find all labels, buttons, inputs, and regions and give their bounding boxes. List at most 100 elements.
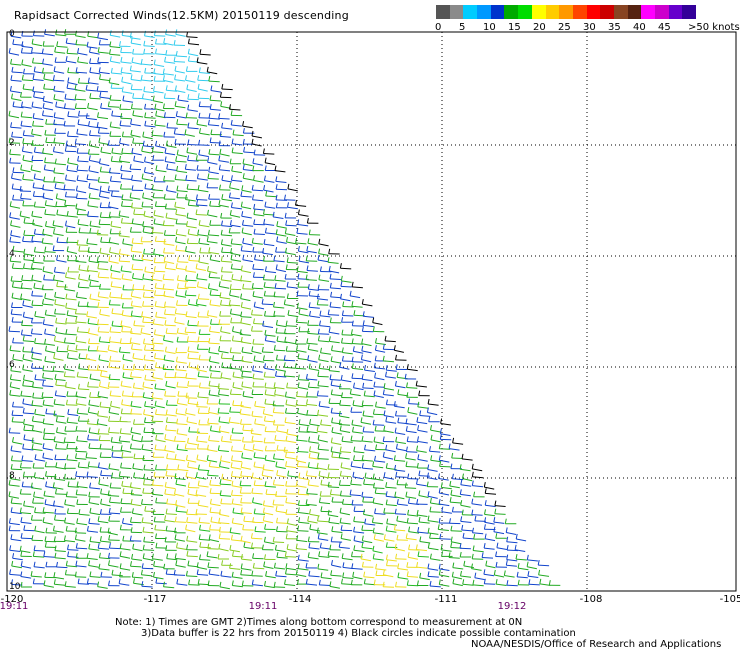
wind-barb-flag	[22, 407, 25, 414]
wind-barb	[219, 296, 231, 300]
wind-barb	[329, 278, 341, 280]
wind-barb-flag	[119, 571, 122, 577]
wind-barb-flag	[109, 228, 112, 234]
wind-barb-flag	[495, 551, 498, 557]
wind-barb-flag	[141, 146, 144, 152]
wind-barb-flag	[43, 164, 46, 170]
wind-barb	[98, 433, 110, 435]
wind-barb	[374, 513, 386, 515]
wind-barb-flag	[253, 175, 255, 181]
wind-barb-flag	[382, 389, 385, 395]
wind-barb-flag	[77, 462, 80, 468]
wind-barb	[122, 278, 133, 281]
wind-barb-flag	[195, 508, 198, 515]
wind-barb-flag	[65, 38, 68, 44]
wind-barb-flag	[185, 66, 188, 72]
wind-barb-flag	[174, 489, 176, 495]
wind-barb-flag	[44, 499, 47, 505]
wind-barb	[78, 368, 90, 371]
wind-barb-flag	[11, 131, 14, 137]
wind-barb-flag	[331, 452, 334, 458]
wind-barb-flag	[11, 292, 14, 298]
wind-barb-flag	[53, 335, 56, 341]
wind-barb-flag	[165, 545, 168, 551]
wind-barb-flag	[175, 111, 178, 117]
wind-barb-flag	[110, 156, 113, 162]
wind-barb	[97, 116, 109, 120]
wind-barb-flag	[296, 302, 299, 308]
wind-barb	[418, 495, 429, 498]
wind-barb-flag	[174, 201, 177, 207]
wind-barb-flag	[186, 550, 189, 557]
wind-barb-flag	[65, 272, 67, 278]
wind-barb-flag	[317, 254, 320, 261]
wind-barb-flag	[120, 183, 122, 190]
wind-barb-flag	[528, 579, 531, 585]
wind-barb	[374, 538, 385, 542]
wind-barb	[86, 476, 98, 478]
wind-barb	[208, 411, 219, 415]
wind-barb-flag	[74, 94, 77, 100]
wind-barb	[240, 540, 251, 544]
wind-barb-flag	[448, 443, 451, 449]
wind-barb	[240, 195, 252, 198]
wind-barb-flag	[195, 299, 198, 305]
wind-barb-flag	[275, 247, 278, 253]
wind-barb	[287, 188, 298, 192]
wind-barb-flag	[44, 356, 47, 362]
wind-barb	[449, 485, 460, 489]
wind-barb-flag	[284, 336, 287, 342]
wind-barb-flag	[176, 119, 179, 125]
wind-barb	[120, 432, 132, 435]
wind-barb-flag	[55, 201, 58, 207]
wind-barb	[198, 485, 209, 488]
wind-barb	[320, 424, 332, 427]
wind-barb	[53, 505, 64, 508]
wind-barb	[219, 513, 230, 517]
wind-barb-flag	[295, 237, 298, 244]
wind-barb	[53, 151, 64, 154]
wind-barb-flag	[155, 38, 157, 44]
wind-barb-flag	[153, 76, 156, 82]
wind-barb-flag	[54, 46, 57, 53]
wind-barb-flag	[350, 435, 353, 441]
wind-barb	[67, 115, 79, 118]
wind-barb-flag	[361, 535, 364, 541]
wind-barb	[10, 260, 22, 263]
wind-barb	[331, 360, 342, 364]
wind-barb-flag	[393, 345, 396, 351]
wind-barb	[515, 558, 527, 561]
wind-barb-flag	[187, 353, 190, 359]
wind-barb	[174, 133, 186, 136]
wind-barb-flag	[21, 320, 24, 326]
wind-barb-flag	[98, 479, 101, 485]
wind-barb	[352, 343, 364, 345]
wind-barb	[309, 315, 320, 318]
wind-barb-flag	[133, 209, 136, 215]
wind-barb	[265, 459, 276, 463]
wind-barb-flag	[99, 247, 102, 253]
wind-barb	[218, 350, 229, 354]
wind-barb	[494, 574, 505, 578]
wind-barb-flag	[253, 508, 256, 514]
wind-barb-flag	[328, 336, 331, 342]
wind-barb-flag	[283, 370, 286, 377]
wind-barb	[132, 512, 143, 516]
wind-barb-flag	[42, 517, 45, 523]
wind-barb-flag	[64, 463, 67, 469]
wind-barb-flag	[229, 434, 232, 440]
wind-barb	[54, 550, 66, 552]
wind-barb	[474, 520, 486, 522]
wind-barb-flag	[98, 552, 101, 558]
wind-barb	[221, 440, 233, 443]
wind-barb-flag	[76, 481, 79, 487]
wind-barb-flag	[175, 218, 178, 224]
wind-barb	[232, 585, 243, 588]
wind-barb	[263, 223, 275, 226]
wind-barb-flag	[221, 194, 224, 200]
wind-barb	[53, 79, 65, 82]
wind-barb-flag	[176, 444, 179, 450]
wind-barb-flag	[120, 462, 123, 468]
wind-barb	[240, 413, 251, 416]
wind-barb-flag	[64, 200, 67, 206]
